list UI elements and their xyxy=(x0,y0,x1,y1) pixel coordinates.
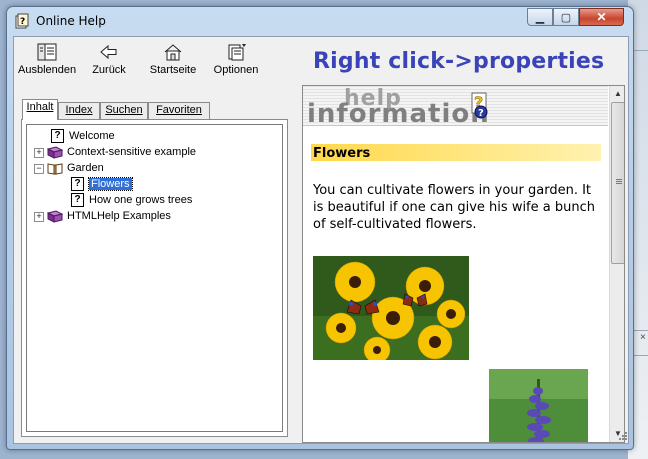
options-button[interactable]: Optionen xyxy=(210,39,262,81)
tab-index[interactable]: Index xyxy=(58,102,100,119)
tree-item-label: Garden xyxy=(67,162,104,174)
background-close-glyph: × xyxy=(640,332,646,343)
lupine-flower-photo xyxy=(489,369,588,442)
tab-label: Index xyxy=(65,104,93,116)
tree-item-how-one-grows-trees[interactable]: ? How one grows trees xyxy=(71,192,192,208)
tab-label: Favoriten xyxy=(156,104,202,116)
client-area: Ausblenden Zurück Startseite Optionen Ri… xyxy=(13,36,629,444)
tab-favoriten[interactable]: Favoriten xyxy=(148,102,210,119)
scroll-up-icon[interactable]: ▲ xyxy=(610,86,624,102)
collapse-icon[interactable]: − xyxy=(34,164,44,174)
open-book-icon xyxy=(47,162,63,175)
flowers-butterflies-photo xyxy=(313,256,469,360)
hide-label: Ausblenden xyxy=(18,64,77,76)
expand-icon[interactable]: + xyxy=(34,212,44,222)
minimize-button[interactable]: ▁ xyxy=(527,8,553,26)
close-button[interactable]: ✕ xyxy=(579,8,624,26)
resize-grip-icon[interactable] xyxy=(617,430,628,441)
tree-item-welcome[interactable]: ? Welcome xyxy=(51,128,115,144)
topic-paragraph: You can cultivate flowers in your garden… xyxy=(313,183,595,232)
navigation-pane: Inhalt Index Suchen Favoriten ? Welcome … xyxy=(14,85,294,441)
logo-information-text: information xyxy=(307,99,490,129)
topic-vertical-scrollbar[interactable]: ▲ ▼ xyxy=(609,86,624,442)
tab-suchen[interactable]: Suchen xyxy=(100,102,148,119)
tree-item-context-sensitive[interactable]: Context-sensitive example xyxy=(47,144,196,160)
tree-item-label: How one grows trees xyxy=(89,194,193,206)
home-button[interactable]: Startseite xyxy=(148,39,198,81)
tree-item-label: Context-sensitive example xyxy=(67,146,197,158)
tab-label: Suchen xyxy=(105,104,143,116)
closed-book-icon xyxy=(47,145,63,159)
contents-panel: ? Welcome + Context-sensitive example − xyxy=(21,119,288,437)
svg-text:?: ? xyxy=(478,108,484,119)
options-icon xyxy=(228,44,246,61)
maximize-icon: ▢ xyxy=(560,11,572,24)
expand-icon[interactable]: + xyxy=(34,148,44,158)
tab-inhalt[interactable]: Inhalt xyxy=(22,99,58,120)
svg-text:?: ? xyxy=(20,17,25,27)
banner-text: Right click->properties xyxy=(313,49,605,74)
back-label: Zurück xyxy=(92,64,126,76)
grip-icon xyxy=(616,179,622,180)
closed-book-icon xyxy=(47,209,63,223)
tree-item-label: HTMLHelp Examples xyxy=(67,210,171,222)
contents-tree[interactable]: ? Welcome + Context-sensitive example − xyxy=(26,124,283,432)
minimize-icon: ▁ xyxy=(535,11,545,24)
tab-label: Inhalt xyxy=(26,101,54,113)
topic-pane: help information ? ? Flowers You can cul… xyxy=(302,85,625,443)
scroll-thumb[interactable] xyxy=(611,102,624,264)
back-arrow-icon xyxy=(100,44,117,60)
help-page-icon: ? xyxy=(71,193,84,207)
back-button[interactable]: Zurück xyxy=(88,39,130,81)
hide-icon xyxy=(37,43,57,61)
window-title: Online Help xyxy=(36,14,106,28)
tree-item-flowers[interactable]: ? Flowers xyxy=(71,176,133,192)
title-bar[interactable]: ? Online Help ▁ ▢ ✕ xyxy=(7,7,633,35)
home-icon xyxy=(164,44,182,61)
options-label: Optionen xyxy=(213,64,259,76)
hide-button[interactable]: Ausblenden xyxy=(18,39,76,81)
toolbar: Ausblenden Zurück Startseite Optionen Ri… xyxy=(14,37,628,83)
tree-item-htmlhelp-examples[interactable]: HTMLHelp Examples xyxy=(47,208,171,224)
close-icon: ✕ xyxy=(596,10,607,24)
help-question-logo-icon: ? ? xyxy=(471,92,488,119)
help-window: ? Online Help ▁ ▢ ✕ Ausblenden Zurück St… xyxy=(6,6,634,450)
tree-item-label-selected: Flowers xyxy=(88,177,133,191)
home-label: Startseite xyxy=(149,64,197,76)
topic-heading: Flowers xyxy=(311,144,601,161)
tree-item-label: Welcome xyxy=(69,130,115,142)
topic-header: help information ? ? xyxy=(303,86,608,129)
pane-splitter[interactable] xyxy=(295,85,301,443)
help-page-icon: ? xyxy=(51,129,64,143)
tree-item-garden[interactable]: Garden xyxy=(47,160,104,176)
help-app-icon: ? xyxy=(15,13,29,29)
maximize-button[interactable]: ▢ xyxy=(553,8,579,26)
help-page-icon: ? xyxy=(71,177,84,191)
